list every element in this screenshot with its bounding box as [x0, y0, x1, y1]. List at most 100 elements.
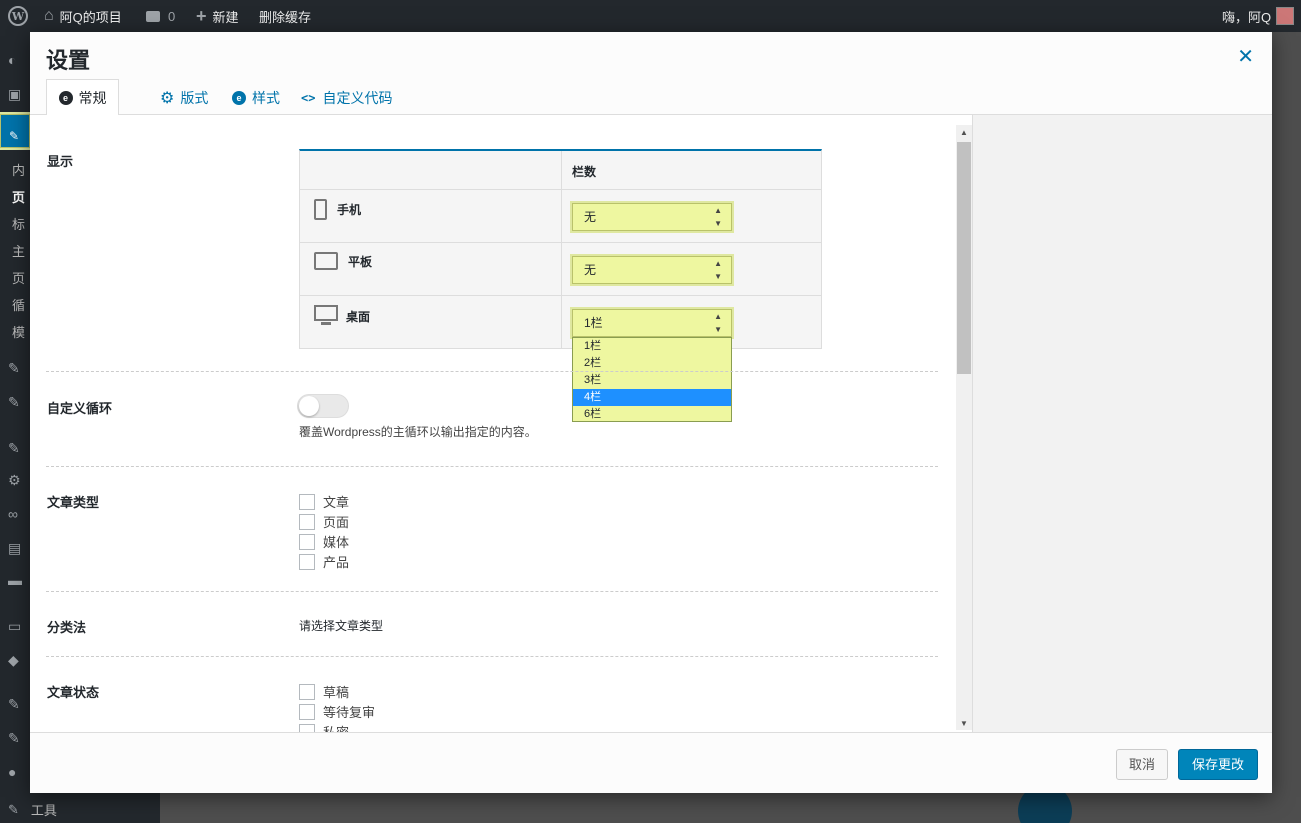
content-scrollbar[interactable]: ▲ ▼ [956, 125, 972, 730]
admin-bar: W ⌂ 阿Q的项目 0 + 新建 删除缓存 嗨，阿Q [0, 0, 1301, 32]
post-status-checkbox[interactable]: 等待复审 [299, 702, 375, 721]
wordpress-logo-icon[interactable]: W [8, 0, 28, 32]
sidebar-item-tools[interactable]: ✎ 工具 [8, 800, 57, 819]
pages-icon[interactable]: ▤ [8, 540, 21, 557]
custom-loop-description: 覆盖Wordpress的主循环以输出指定的内容。 [299, 425, 537, 439]
tab-layout[interactable]: ⚙ 版式 [160, 79, 208, 116]
tab-label: 常规 [78, 89, 107, 106]
comments-link[interactable]: 0 [146, 0, 175, 32]
dropdown-option[interactable]: 2栏 [573, 355, 731, 372]
settings-modal: 设置 ✕ e 常规 ⚙ 版式 e 样式 <> 自定义代码 显示 栏数 手机 无 … [30, 32, 1272, 793]
dropdown-option[interactable]: 3栏 [573, 372, 731, 389]
custom-loop-toggle[interactable] [297, 394, 349, 418]
sidebar-item[interactable]: 主 [12, 241, 25, 260]
checkbox-box[interactable] [299, 533, 315, 550]
desktop-columns-select[interactable]: 1栏 ▲ ▼ [572, 309, 732, 337]
sidebar-item[interactable]: 页 [12, 187, 25, 206]
checkbox-box[interactable] [299, 683, 315, 700]
toggle-knob [299, 396, 319, 416]
device-mobile: 手机 [314, 199, 361, 220]
home-icon: ⌂ [44, 7, 54, 24]
checkbox-label: 媒体 [323, 535, 350, 550]
gear-icon: ⚙ [160, 89, 175, 107]
wrench-icon[interactable]: ✎ [8, 360, 20, 377]
mobile-icon [314, 199, 327, 220]
site-name-link[interactable]: ⌂ 阿Q的项目 [44, 0, 122, 32]
cancel-button[interactable]: 取消 [1116, 749, 1169, 780]
new-label: 新建 [212, 9, 239, 25]
comments-count: 0 [168, 8, 176, 24]
modal-footer: 取消 保存更改 [30, 732, 1272, 793]
post-status-checkbox[interactable]: 草稿 [299, 682, 349, 701]
clear-cache-link[interactable]: 删除缓存 [259, 0, 311, 32]
save-changes-button[interactable]: 保存更改 [1178, 749, 1259, 780]
plugin-icon[interactable]: ✎ [8, 394, 20, 411]
clear-cache-label: 删除缓存 [259, 9, 312, 25]
tab-custom-code[interactable]: <> 自定义代码 [301, 79, 392, 116]
sidebar-item[interactable]: 模 [12, 322, 25, 341]
taxonomy-label: 分类法 [47, 620, 87, 635]
device-desktop: 桌面 [314, 305, 370, 327]
svg-text:W: W [11, 10, 25, 23]
columns-header: 栏数 [572, 165, 597, 179]
tab-general[interactable]: e 常规 [46, 79, 119, 116]
post-type-checkbox[interactable]: 产品 [299, 552, 349, 571]
checkbox-label: 文章 [323, 495, 350, 510]
table-divider [561, 151, 562, 348]
desktop-columns-dropdown[interactable]: 1栏 2栏 3栏 4栏 6栏 [572, 337, 732, 422]
media-icon[interactable]: ▣ [8, 86, 21, 103]
post-type-checkbox[interactable]: 文章 [299, 492, 349, 511]
code-icon: <> [301, 90, 316, 105]
checkbox-label: 等待复审 [323, 705, 376, 720]
post-status-checkbox[interactable]: 私密 [299, 722, 349, 732]
greeting: 嗨，阿Q [1222, 9, 1272, 25]
select-value: 无 [584, 210, 597, 224]
post-types-label: 文章类型 [47, 495, 100, 510]
sidebar-item[interactable]: 内 [12, 160, 25, 179]
pin-icon[interactable]: ✎ [8, 440, 20, 457]
select-value: 无 [584, 263, 597, 277]
plugins-icon[interactable]: ✎ [8, 730, 20, 747]
sidebar-item[interactable]: 页 [12, 268, 25, 287]
post-type-checkbox[interactable]: 媒体 [299, 532, 349, 551]
checkbox-box[interactable] [299, 703, 315, 720]
close-icon[interactable]: ✕ [1237, 44, 1254, 69]
gear-group-icon[interactable]: ⚙ [8, 472, 21, 489]
dropdown-option[interactable]: 1栏 [573, 338, 731, 355]
dropdown-option[interactable]: 6栏 [573, 406, 731, 423]
woocommerce-icon[interactable]: ▭ [8, 618, 21, 635]
scroll-up-icon[interactable]: ▲ [956, 127, 972, 139]
select-arrows-icon: ▲ ▼ [714, 259, 722, 281]
link-icon[interactable]: ∞ [8, 506, 18, 522]
checkbox-box[interactable] [299, 513, 315, 530]
circle-logo-icon: e [232, 90, 246, 105]
avatar [1276, 7, 1295, 25]
checkbox-box[interactable] [299, 553, 315, 570]
mobile-columns-select[interactable]: 无 ▲ ▼ [572, 203, 732, 231]
tab-label: 版式 [180, 89, 209, 106]
checkbox-box[interactable] [299, 723, 315, 732]
checkbox-label: 私密 [323, 722, 349, 732]
sidebar-item[interactable]: 标 [12, 214, 25, 233]
sidebar-active-item[interactable]: ✎ [0, 114, 30, 148]
section-divider [46, 466, 938, 467]
checkbox-box[interactable] [299, 493, 315, 510]
sidebar-item[interactable]: 循 [12, 295, 25, 314]
post-type-checkbox[interactable]: 页面 [299, 512, 349, 531]
new-content-link[interactable]: + 新建 [196, 0, 239, 32]
dropdown-option-highlighted[interactable]: 4栏 [573, 389, 731, 406]
user-account-link[interactable]: 嗨，阿Q [1222, 0, 1295, 32]
scroll-thumb[interactable] [957, 142, 971, 374]
circle-logo-icon: e [58, 90, 73, 105]
scroll-down-icon[interactable]: ▼ [956, 718, 972, 730]
comments-icon[interactable]: ▬ [8, 572, 22, 588]
tab-style[interactable]: e 样式 [232, 79, 280, 116]
appearance-icon[interactable]: ✎ [8, 696, 20, 713]
tablet-columns-select[interactable]: 无 ▲ ▼ [572, 256, 732, 284]
users-icon[interactable]: ● [8, 764, 16, 780]
taxonomy-hint: 请选择文章类型 [299, 619, 384, 633]
tablet-icon [314, 252, 338, 270]
products-icon[interactable]: ◆ [8, 652, 19, 669]
desktop-icon [314, 305, 340, 327]
dashboard-icon[interactable]: ◐ [8, 52, 16, 68]
